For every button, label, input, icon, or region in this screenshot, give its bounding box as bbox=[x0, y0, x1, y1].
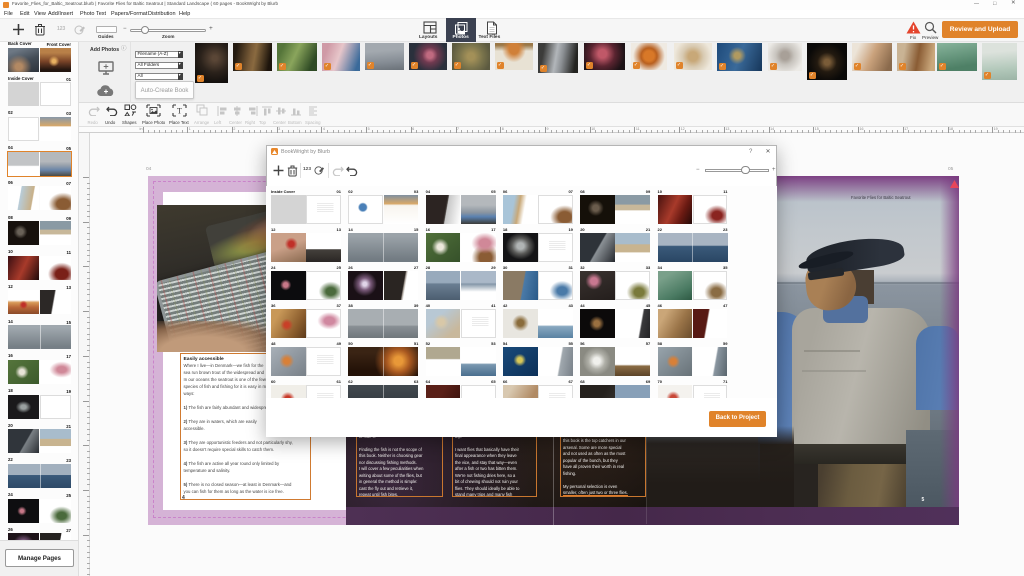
svg-text:T: T bbox=[177, 107, 182, 116]
